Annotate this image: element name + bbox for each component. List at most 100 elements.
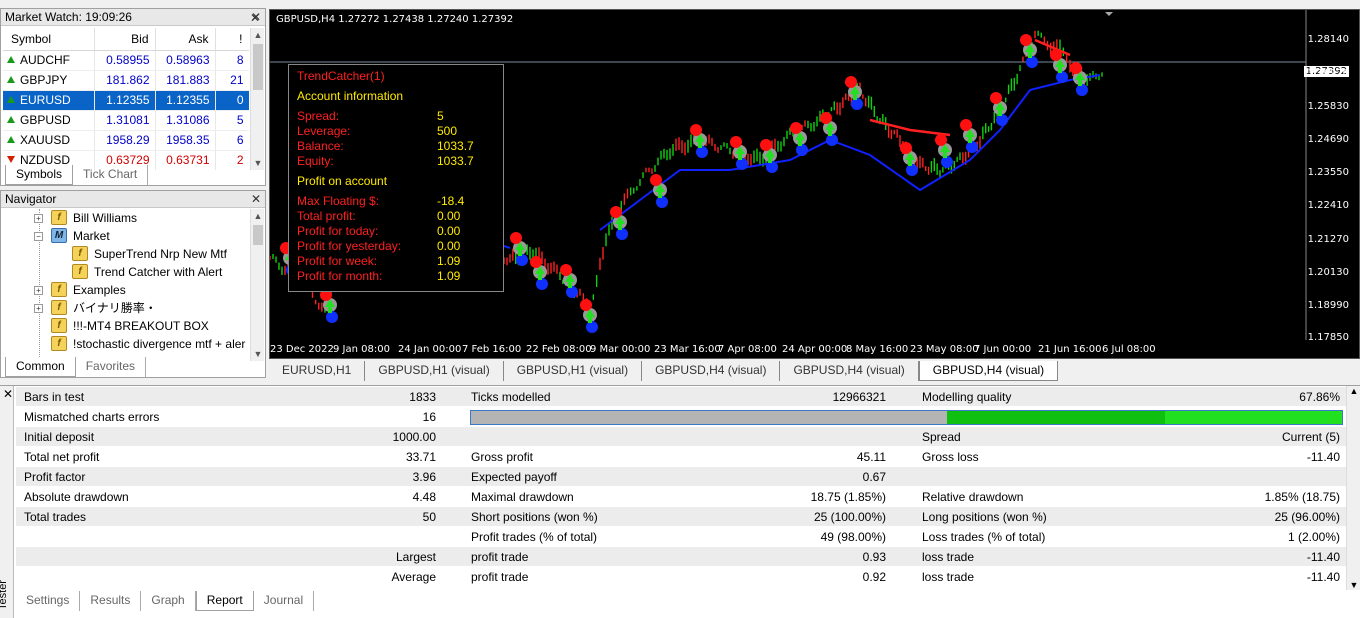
tester-tabs: Settings Results Graph Report Journal bbox=[16, 591, 315, 611]
indicator-icon: f bbox=[51, 318, 67, 333]
table-row[interactable]: GBPJPY 181.862 181.883 21 bbox=[3, 70, 249, 91]
week-value: 1.09 bbox=[437, 254, 461, 268]
sell-signal-dot bbox=[1070, 62, 1082, 74]
label: loss trade bbox=[922, 550, 975, 564]
column-header-ask[interactable]: Ask bbox=[155, 28, 216, 51]
sell-signal-dot bbox=[820, 112, 832, 124]
price-tick-label: 1.20130 bbox=[1307, 267, 1349, 278]
scroll-down-icon[interactable]: ▼ bbox=[1347, 580, 1360, 590]
market-watch-scrollbar[interactable]: ▲ ▼ bbox=[250, 28, 264, 170]
spread-cell: 2 bbox=[215, 150, 249, 170]
nav-item-market[interactable]: − M Market bbox=[1, 227, 249, 245]
indicator-icon: f bbox=[51, 336, 67, 351]
label: Profit trades (% of total) bbox=[471, 530, 598, 544]
collapse-icon[interactable]: − bbox=[34, 232, 43, 241]
balance-value: 1033.7 bbox=[437, 139, 474, 153]
today-label: Profit for today: bbox=[297, 224, 379, 238]
tab-common[interactable]: Common bbox=[5, 357, 76, 377]
nav-item-breakout-box[interactable]: f !!!-MT4 BREAKOUT BOX bbox=[1, 317, 249, 335]
tab-tick-chart[interactable]: Tick Chart bbox=[73, 165, 149, 185]
report-row: Profit factor 3.96 Expected payoff 0.67 bbox=[16, 467, 1346, 487]
label: Total trades bbox=[24, 510, 87, 524]
column-header-bid[interactable]: Bid bbox=[94, 28, 156, 51]
column-header-spread[interactable]: ! bbox=[215, 28, 249, 51]
nav-item-label: バイナリ勝率・ bbox=[73, 301, 157, 315]
quality-bar-fill bbox=[947, 411, 1165, 424]
nav-item-binary[interactable]: + f バイナリ勝率・ bbox=[1, 299, 249, 317]
nav-item-label: Market bbox=[73, 229, 110, 243]
spread-cell: 0 bbox=[215, 90, 249, 111]
nav-item-examples[interactable]: + f Examples bbox=[1, 281, 249, 299]
nav-item-stochastic[interactable]: f !stochastic divergence mtf + aler bbox=[1, 335, 249, 353]
tab-journal[interactable]: Journal bbox=[254, 591, 315, 611]
tab-chart-gbpusd-h1-visual[interactable]: GBPUSD,H1 (visual) bbox=[503, 361, 643, 381]
label: Gross loss bbox=[922, 450, 979, 464]
chart-tabs: EURUSD,H1 GBPUSD,H1 (visual) GBPUSD,H1 (… bbox=[269, 361, 1059, 381]
label: Short positions (won %) bbox=[471, 510, 598, 524]
tab-symbols[interactable]: Symbols bbox=[5, 165, 74, 185]
scroll-thumb[interactable] bbox=[253, 44, 263, 90]
value: 45.11 bbox=[856, 450, 886, 464]
table-row[interactable]: AUDCHF 0.58955 0.58963 8 bbox=[3, 50, 249, 71]
ask-cell: 0.58963 bbox=[155, 50, 216, 71]
close-icon[interactable]: ✕ bbox=[251, 191, 261, 208]
report-scrollbar[interactable]: ▲ ▼ bbox=[1346, 386, 1360, 590]
navigator-scrollbar[interactable]: ▲ ▼ bbox=[250, 209, 264, 361]
expand-icon[interactable]: + bbox=[34, 286, 43, 295]
tab-chart-gbpusd-h4-visual-active[interactable]: GBPUSD,H4 (visual) bbox=[918, 361, 1059, 381]
spread-cell: 21 bbox=[215, 70, 249, 91]
tab-chart-eurusd-h1[interactable]: EURUSD,H1 bbox=[269, 361, 366, 381]
scroll-up-icon[interactable]: ▲ bbox=[251, 209, 265, 223]
tab-favorites[interactable]: Favorites bbox=[76, 357, 147, 377]
market-watch-table: Symbol Bid Ask ! AUDCHF 0.58955 0.58963 … bbox=[3, 28, 249, 170]
report-row: Largest profit trade 0.93 loss trade -11… bbox=[16, 547, 1346, 567]
expand-icon[interactable]: + bbox=[34, 214, 43, 223]
scroll-thumb[interactable] bbox=[253, 225, 263, 245]
nav-item-trend-catcher[interactable]: f Trend Catcher with Alert bbox=[1, 263, 249, 281]
nav-item-bill-williams[interactable]: + f Bill Williams bbox=[1, 209, 249, 227]
leverage-value: 500 bbox=[437, 124, 458, 138]
nav-item-label: !stochastic divergence mtf + aler bbox=[73, 337, 246, 351]
bid-cell: 0.58955 bbox=[94, 50, 156, 71]
spread-cell: 5 bbox=[215, 110, 249, 131]
table-header: Symbol Bid Ask ! bbox=[3, 28, 249, 51]
tab-report[interactable]: Report bbox=[195, 591, 254, 611]
time-tick-label: 7 Jun 00:00 bbox=[974, 344, 1032, 355]
scroll-down-icon[interactable]: ▼ bbox=[251, 347, 265, 361]
scroll-up-icon[interactable]: ▲ bbox=[1347, 386, 1360, 396]
price-tick-label: 1.24690 bbox=[1307, 134, 1349, 145]
total-profit-value: 0.00 bbox=[437, 209, 461, 223]
column-header-symbol[interactable]: Symbol bbox=[3, 28, 95, 51]
symbol-cell: AUDCHF bbox=[20, 53, 70, 67]
tab-chart-gbpusd-h4-visual[interactable]: GBPUSD,H4 (visual) bbox=[780, 361, 919, 381]
time-tick-label: 23 Mar 16:00 bbox=[654, 344, 721, 355]
time-tick-label: 9 Mar 00:00 bbox=[590, 344, 651, 355]
account-info-header: Account information bbox=[297, 89, 404, 103]
label: Maximal drawdown bbox=[471, 490, 574, 504]
symbol-cell: GBPUSD bbox=[20, 113, 71, 127]
price-chart[interactable]: GBPUSD,H4 1.27272 1.27438 1.27240 1.2739… bbox=[269, 9, 1360, 359]
indicator-name: TrendCatcher(1) bbox=[297, 69, 385, 83]
table-row[interactable]: XAUUSD 1958.29 1958.35 6 bbox=[3, 130, 249, 151]
tab-settings[interactable]: Settings bbox=[16, 591, 81, 611]
tab-chart-gbpusd-h4-visual[interactable]: GBPUSD,H4 (visual) bbox=[642, 361, 781, 381]
expand-icon[interactable]: + bbox=[34, 304, 43, 313]
month-label: Profit for month: bbox=[297, 269, 383, 283]
nav-item-supertrend[interactable]: f SuperTrend Nrp New Mtf bbox=[1, 245, 249, 263]
scroll-down-icon[interactable]: ▼ bbox=[251, 156, 265, 170]
table-row-selected[interactable]: EURUSD 1.12355 1.12355 0 bbox=[3, 90, 249, 111]
value: 67.86% bbox=[1299, 390, 1340, 404]
price-tick-label: 1.22410 bbox=[1307, 200, 1349, 211]
chart-close-icon[interactable]: ✕ bbox=[250, 11, 260, 25]
tab-chart-gbpusd-h1-visual[interactable]: GBPUSD,H1 (visual) bbox=[365, 361, 504, 381]
table-row[interactable]: GBPUSD 1.31081 1.31086 5 bbox=[3, 110, 249, 131]
report-row: Total trades 50 Short positions (won %) … bbox=[16, 507, 1346, 527]
scroll-up-icon[interactable]: ▲ bbox=[251, 28, 265, 42]
tab-results[interactable]: Results bbox=[80, 591, 142, 611]
label: Absolute drawdown bbox=[24, 490, 129, 504]
sell-signal-dot bbox=[580, 299, 592, 311]
tab-graph[interactable]: Graph bbox=[141, 591, 196, 611]
time-tick-label: 8 May 16:00 bbox=[846, 344, 909, 355]
sell-signal-dot bbox=[690, 124, 702, 136]
close-icon[interactable]: ✕ bbox=[3, 387, 13, 401]
